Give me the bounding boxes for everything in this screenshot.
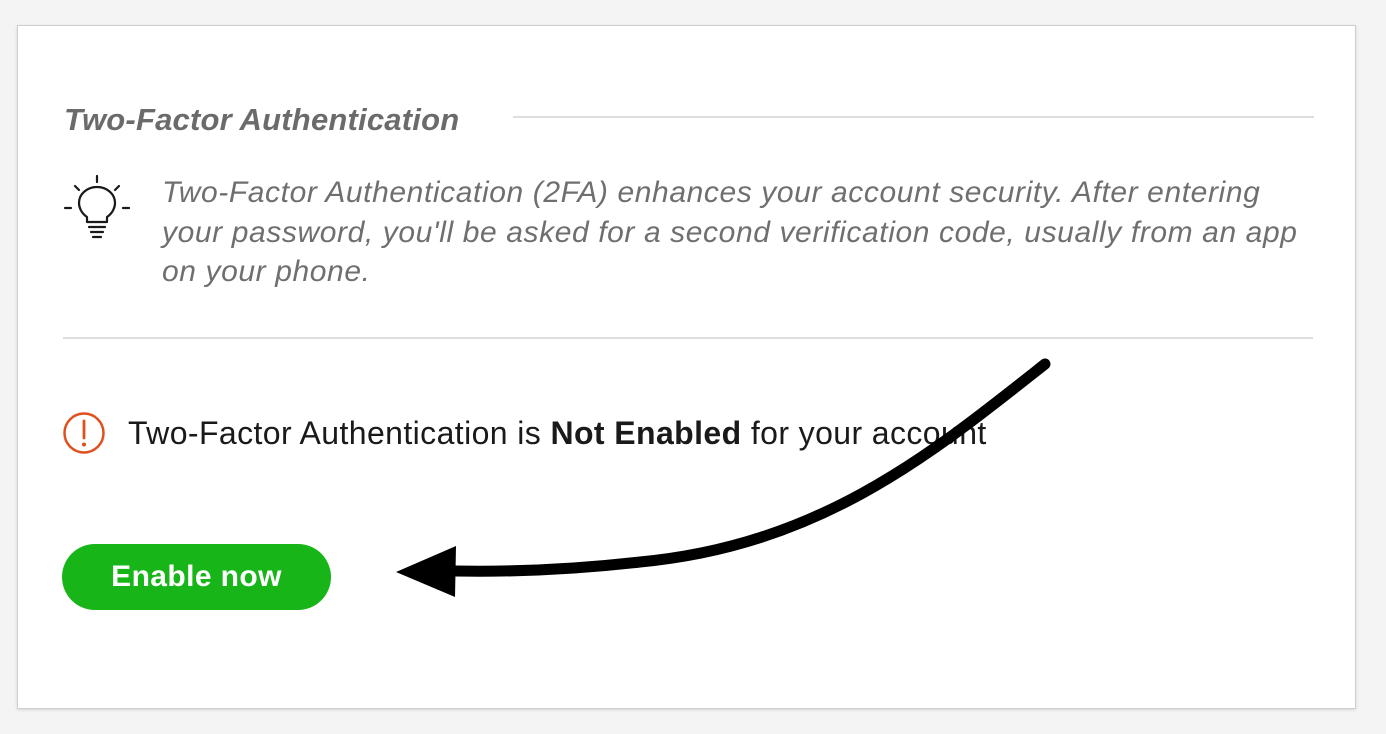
alert-circle-icon (63, 412, 105, 454)
status-prefix: Two-Factor Authentication is (128, 414, 551, 451)
status-emphasis: Not Enabled (550, 414, 742, 451)
section-header: Two-Factor Authentication (64, 100, 1314, 140)
section-title-rule (513, 116, 1314, 118)
info-description: Two-Factor Authentication (2FA) enhances… (162, 176, 1298, 288)
enable-now-button[interactable]: Enable now (62, 544, 331, 610)
two-factor-card: Two-Factor Authentication Two-Factor Aut… (17, 25, 1356, 709)
section-title: Two-Factor Authentication (64, 102, 460, 137)
status-suffix: for your account (741, 414, 987, 451)
status-row: Two-Factor Authentication is Not Enabled… (62, 411, 987, 455)
section-divider (63, 337, 1313, 339)
lightbulb-icon (63, 174, 131, 239)
status-message: Two-Factor Authentication is Not Enabled… (128, 415, 987, 452)
